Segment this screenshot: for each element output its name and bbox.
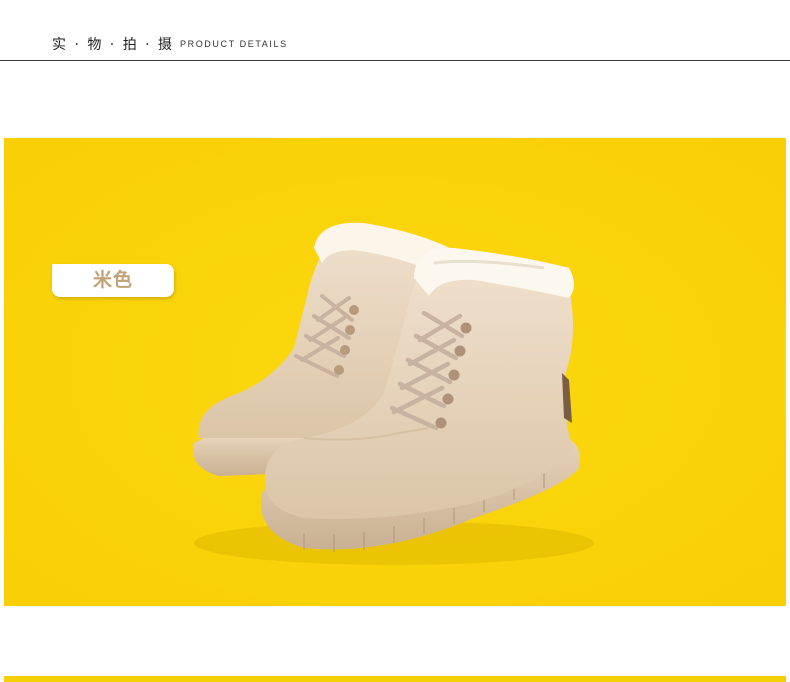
product-photo	[4, 138, 786, 606]
page-header: 实 · 物 · 拍 · 摄 PRODUCT DETAILS	[0, 0, 790, 61]
section-title: 实 · 物 · 拍 · 摄	[52, 37, 175, 53]
bottom-accent-strip	[4, 676, 786, 682]
header-divider	[0, 60, 790, 61]
color-tag: 米色	[52, 264, 174, 297]
color-tag-label: 米色	[92, 269, 133, 291]
section-subtitle: PRODUCT DETAILS	[180, 39, 288, 49]
boots-icon	[4, 138, 786, 606]
